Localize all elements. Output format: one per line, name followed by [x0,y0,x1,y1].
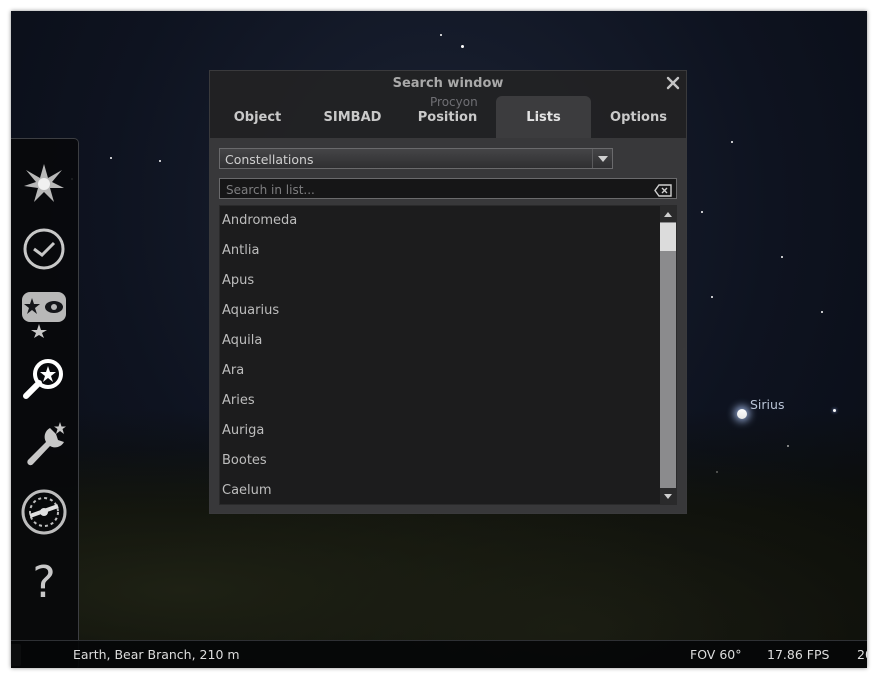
search-icon[interactable] [19,353,69,403]
left-toolbar: ? [11,138,79,668]
star [781,256,783,258]
list-type-select[interactable]: Constellations [219,148,613,169]
date-time-icon[interactable] [19,224,69,274]
settings-icon[interactable] [19,419,69,469]
star [701,211,703,213]
star [821,311,823,313]
list-scrollbar[interactable] [660,206,676,504]
list-item[interactable]: Andromeda [222,206,297,236]
list-item[interactable]: Aries [222,386,255,416]
scroll-down-icon[interactable] [660,488,676,504]
list-item[interactable]: Antlia [222,236,259,266]
date-text[interactable]: 20 [857,647,867,662]
tab-position[interactable]: Position [400,96,495,138]
search-field[interactable] [219,178,677,199]
chevron-down-icon[interactable] [592,149,612,168]
tab-options[interactable]: Options [591,96,686,138]
star [461,45,464,48]
star [711,296,713,298]
constellation-list[interactable]: Andromeda Antlia Apus Aquarius Aquila Ar… [219,205,677,505]
tab-object[interactable]: Object [210,96,305,138]
list-item[interactable]: Aquarius [222,296,279,326]
astronomical-objects-icon[interactable] [19,289,69,339]
lists-panel: Constellations Andromeda Antlia Apus Aqu… [210,138,686,513]
sky-and-viewing-options-icon[interactable] [19,159,69,209]
list-item[interactable]: Apus [222,266,254,296]
star [440,34,442,36]
star [110,157,112,159]
star [731,141,733,143]
observing-tools-icon[interactable] [19,487,69,537]
status-bar: Earth, Bear Branch, 210 m FOV 60° 17.86 … [11,640,867,668]
list-item[interactable]: Ara [222,356,244,386]
star [159,160,161,162]
list-type-value: Constellations [225,152,314,167]
help-icon[interactable]: ? [19,554,69,604]
window-title: Search window [392,76,504,91]
close-icon[interactable] [665,75,681,91]
fps-text: 17.86 FPS [767,647,830,662]
list-item[interactable]: Bootes [222,446,267,476]
fov-text: FOV 60° [690,647,742,662]
scroll-up-icon[interactable] [660,206,676,222]
search-input[interactable] [224,180,648,199]
list-item[interactable]: Aquila [222,326,262,356]
stellarium-viewport[interactable]: Sirius ? Search window Procyon Object SI… [11,11,867,668]
list-item[interactable]: Auriga [222,416,264,446]
tab-simbad[interactable]: SIMBAD [305,96,400,138]
location-text[interactable]: Earth, Bear Branch, 210 m [73,647,240,662]
tab-bar: Object SIMBAD Position Lists Options [210,96,686,138]
svg-text:?: ? [32,557,55,603]
tab-lists[interactable]: Lists [496,96,591,138]
clear-search-icon[interactable] [654,182,672,197]
list-item[interactable]: Caelum [222,476,272,504]
search-window: Search window Procyon Object SIMBAD Posi… [209,70,687,514]
scrollbar-thumb[interactable] [660,223,676,251]
